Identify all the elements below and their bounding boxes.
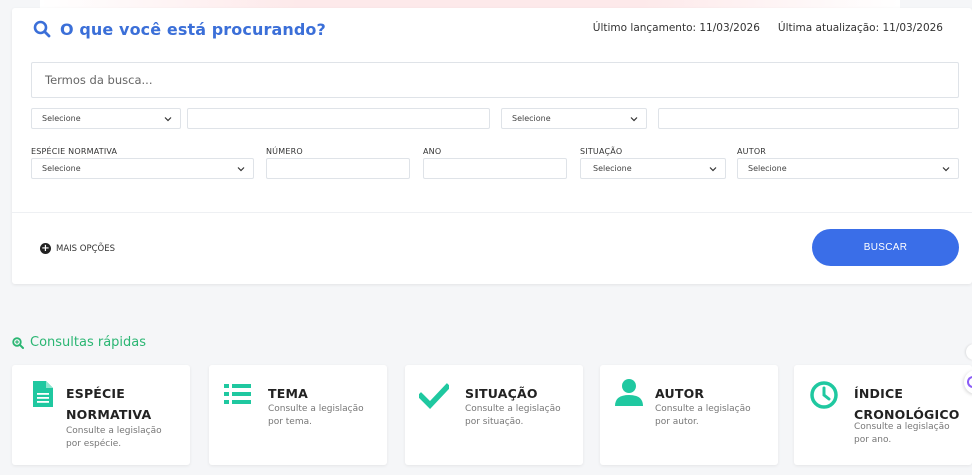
ano-input[interactable] xyxy=(423,158,567,179)
quick-card-title-line1: TEMA xyxy=(268,386,308,401)
quick-card-desc-line1: Consulte a legislação xyxy=(465,404,561,414)
document-icon xyxy=(33,381,53,407)
autor-select[interactable]: Selecione xyxy=(737,158,959,179)
divider xyxy=(12,212,972,213)
search-heading: O que você está procurando? xyxy=(32,19,326,39)
side-scroll-tab[interactable] xyxy=(966,344,972,360)
quick-card-desc-line2: por tema. xyxy=(268,417,312,427)
numero-input[interactable] xyxy=(266,158,410,179)
situacao-value: Selecione xyxy=(593,164,632,173)
quick-card-title-line1: ESPÉCIE xyxy=(66,386,126,401)
quick-card-desc-line2: por autor. xyxy=(655,417,699,427)
search-terms-input[interactable]: Termos da busca... xyxy=(31,62,959,98)
quick-queries-title: Consultas rápidas xyxy=(30,335,147,350)
filter-select-2[interactable]: Selecione xyxy=(501,108,647,129)
plus-circle-icon: + xyxy=(40,243,51,254)
filter-select-1[interactable]: Selecione xyxy=(31,108,181,129)
label-situacao: SITUAÇÃO xyxy=(580,147,623,156)
date-info: Último lançamento: 11/03/2026 Última atu… xyxy=(593,22,943,34)
quick-card-desc-line1: Consulte a legislação xyxy=(268,404,364,414)
chevron-down-icon xyxy=(237,166,245,171)
quick-card-title-line2: NORMATIVA xyxy=(66,407,152,422)
search-button[interactable]: BUSCAR xyxy=(812,229,959,266)
chevron-down-icon xyxy=(709,166,717,171)
more-options-toggle[interactable]: + MAIS OPÇÕES xyxy=(40,243,115,254)
zoom-in-icon xyxy=(12,336,24,349)
quick-card-desc-line2: por espécie. xyxy=(66,439,122,449)
last-release-date: Último lançamento: 11/03/2026 xyxy=(592,22,760,34)
quick-card-title-line1: AUTOR xyxy=(655,386,705,401)
especie-normativa-select[interactable]: Selecione xyxy=(31,158,254,179)
filter-input-1[interactable] xyxy=(187,108,490,129)
filter-select-1-value: Selecione xyxy=(42,114,81,123)
page-title: O que você está procurando? xyxy=(60,19,326,39)
last-update-date: Última atualização: 11/03/2026 xyxy=(777,22,943,34)
quick-card-autor[interactable]: AUTOR Consulte a legislação por autor. xyxy=(600,365,778,465)
quick-card-desc-line2: por ano. xyxy=(854,435,892,445)
quick-card-title-line1: SITUAÇÃO xyxy=(465,386,538,401)
user-icon xyxy=(615,379,643,406)
clock-icon xyxy=(810,381,838,409)
label-autor: AUTOR xyxy=(737,147,767,156)
search-icon xyxy=(33,20,51,38)
chevron-down-icon xyxy=(630,116,638,121)
quick-card-desc-line1: Consulte a legislação xyxy=(854,422,950,432)
chevron-down-icon xyxy=(164,116,172,121)
quick-card-indice-cronologico[interactable]: ÍNDICE CRONOLÓGICO Consulte a legislação… xyxy=(794,365,972,465)
list-icon xyxy=(224,384,251,404)
quick-card-especie[interactable]: ESPÉCIE NORMATIVA Consulte a legislação … xyxy=(12,365,190,465)
especie-normativa-value: Selecione xyxy=(42,164,81,173)
quick-card-desc-line2: por situação. xyxy=(465,417,524,427)
label-numero: NÚMERO xyxy=(266,147,303,156)
quick-card-tema[interactable]: TEMA Consulte a legislação por tema. xyxy=(209,365,387,465)
accessibility-icon xyxy=(967,376,972,388)
chevron-down-icon xyxy=(942,166,950,171)
quick-card-situacao[interactable]: SITUAÇÃO Consulte a legislação por situa… xyxy=(405,365,583,465)
quick-card-title-line1: ÍNDICE xyxy=(854,386,904,401)
filter-select-2-value: Selecione xyxy=(512,114,551,123)
label-especie-normativa: ESPÉCIE NORMATIVA xyxy=(31,147,118,156)
quick-card-desc-line1: Consulte a legislação xyxy=(655,404,751,414)
quick-queries-heading: Consultas rápidas xyxy=(12,335,146,350)
quick-card-desc-line1: Consulte a legislação xyxy=(66,426,162,436)
label-ano: ANO xyxy=(423,147,442,156)
situacao-select[interactable]: Selecione xyxy=(580,158,726,179)
more-options-label: MAIS OPÇÕES xyxy=(56,243,115,254)
filter-input-2[interactable] xyxy=(658,108,959,129)
autor-value: Selecione xyxy=(748,164,787,173)
check-icon xyxy=(419,383,449,409)
